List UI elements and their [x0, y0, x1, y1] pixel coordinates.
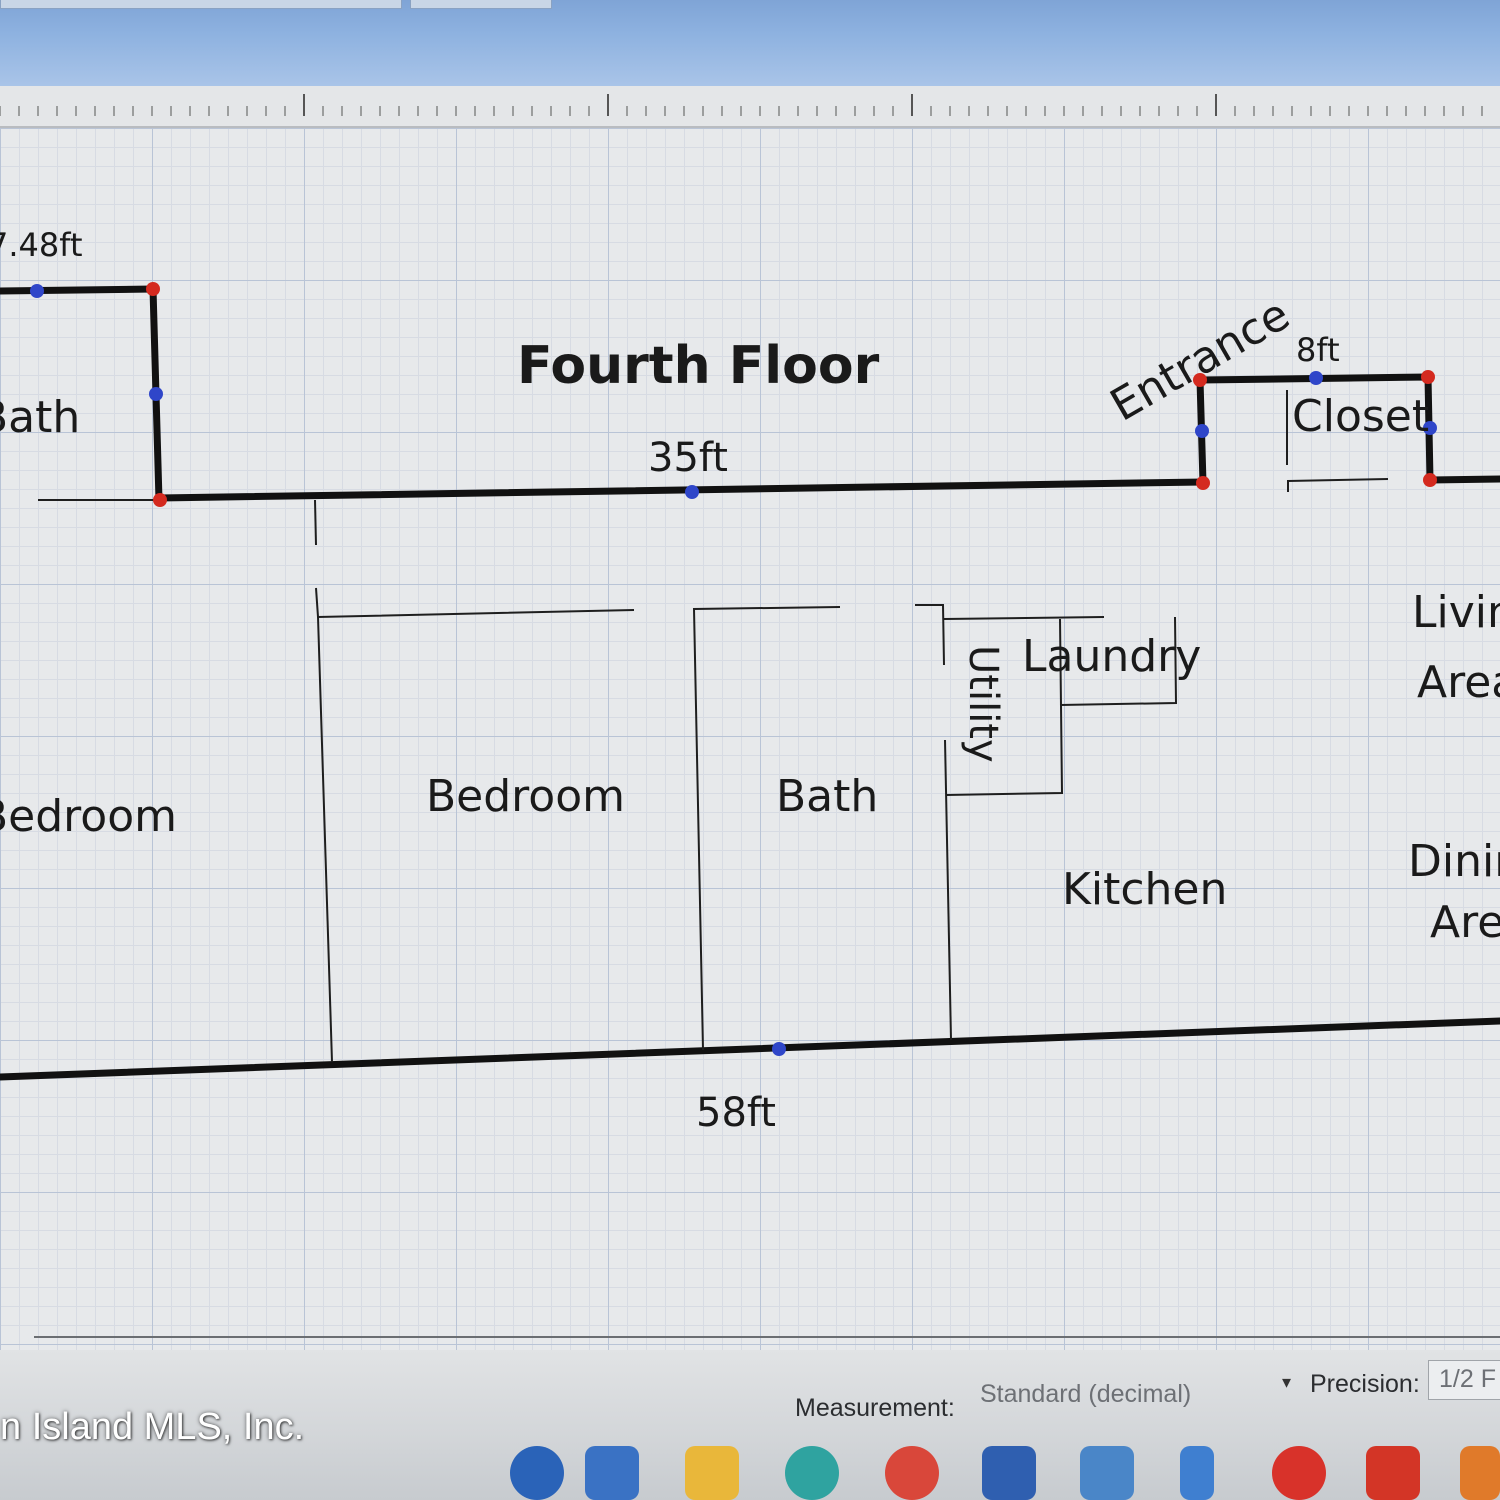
endpoint-handle[interactable]: [1423, 473, 1437, 487]
endpoint-handle[interactable]: [153, 493, 167, 507]
precision-label: Precision:: [1310, 1370, 1420, 1398]
store-icon[interactable]: [982, 1446, 1036, 1500]
precision-select[interactable]: 1/2 F: [1428, 1360, 1500, 1400]
measurement-select[interactable]: Standard (decimal): [980, 1380, 1191, 1409]
mail-icon[interactable]: [585, 1446, 639, 1500]
horizontal-ruler: [0, 86, 1500, 128]
room-label-laundry[interactable]: Laundry: [1022, 631, 1201, 682]
dimension-top-left: 7.48ft: [0, 226, 83, 264]
canvas-bottom-edge: [34, 1336, 1500, 1338]
ruler-ticks: [0, 94, 1483, 116]
chevron-down-icon[interactable]: ▾: [1282, 1372, 1291, 1393]
endpoint-handle[interactable]: [146, 282, 160, 296]
taskbar: [0, 1446, 1500, 1500]
room-label-bath-left[interactable]: Bath: [0, 392, 80, 443]
status-bar: n Island MLS, Inc. Measurement: Standard…: [0, 1336, 1500, 1500]
window-title-bar: [0, 0, 1500, 86]
midpoint-handle[interactable]: [685, 485, 699, 499]
room-label-bedroom-center[interactable]: Bedroom: [426, 771, 625, 822]
edge-icon[interactable]: [785, 1446, 839, 1500]
room-label-living-1[interactable]: Livin: [1412, 587, 1500, 638]
window-tab[interactable]: [0, 0, 402, 9]
floor-title[interactable]: Fourth Floor: [517, 336, 880, 396]
midpoint-handle[interactable]: [149, 387, 163, 401]
room-label-utility[interactable]: Utility: [960, 645, 1006, 763]
mls-watermark: n Island MLS, Inc.: [0, 1406, 305, 1448]
midpoint-handle[interactable]: [30, 284, 44, 298]
wall-top-35ft[interactable]: [155, 478, 1207, 502]
room-label-living-2[interactable]: Area: [1417, 657, 1500, 708]
vscode-icon[interactable]: [1180, 1446, 1214, 1500]
room-label-dining-1[interactable]: Dinin: [1408, 836, 1500, 887]
midpoint-handle[interactable]: [1195, 424, 1209, 438]
endpoint-handle[interactable]: [1196, 476, 1210, 490]
endpoint-handle[interactable]: [1421, 370, 1435, 384]
window-tab[interactable]: [410, 0, 552, 9]
room-label-kitchen[interactable]: Kitchen: [1062, 864, 1227, 915]
calculator-icon[interactable]: [1080, 1446, 1134, 1500]
plan-labels: Fourth Floor 7.48ft 35ft 8ft 58ft Bath B…: [0, 226, 1500, 1136]
measurement-label: Measurement:: [795, 1394, 955, 1422]
info-icon[interactable]: [510, 1446, 564, 1500]
room-label-closet[interactable]: Closet: [1292, 391, 1429, 442]
folder-icon[interactable]: [685, 1446, 739, 1500]
room-label-bath-center[interactable]: Bath: [776, 771, 878, 822]
room-label-dining-2[interactable]: Are: [1430, 897, 1500, 948]
dimension-closet-width: 8ft: [1296, 331, 1340, 369]
dimension-top-center: 35ft: [648, 435, 728, 481]
dimension-bottom: 58ft: [696, 1090, 776, 1136]
room-label-bedroom-left[interactable]: Bedroom: [0, 791, 177, 842]
wall-bottom-58ft[interactable]: [0, 1017, 1500, 1081]
vertex-handles: [30, 282, 1437, 1056]
drawing-canvas[interactable]: Fourth Floor 7.48ft 35ft 8ft 58ft Bath B…: [0, 128, 1500, 1350]
pinball-icon[interactable]: [1272, 1446, 1326, 1500]
midpoint-handle[interactable]: [772, 1042, 786, 1056]
midpoint-handle[interactable]: [1309, 371, 1323, 385]
warning-icon[interactable]: [1460, 1446, 1500, 1500]
walls: [0, 285, 1500, 1081]
chrome-icon[interactable]: [885, 1446, 939, 1500]
floor-plan[interactable]: Fourth Floor 7.48ft 35ft 8ft 58ft Bath B…: [0, 128, 1500, 1350]
aci-icon[interactable]: [1366, 1446, 1420, 1500]
